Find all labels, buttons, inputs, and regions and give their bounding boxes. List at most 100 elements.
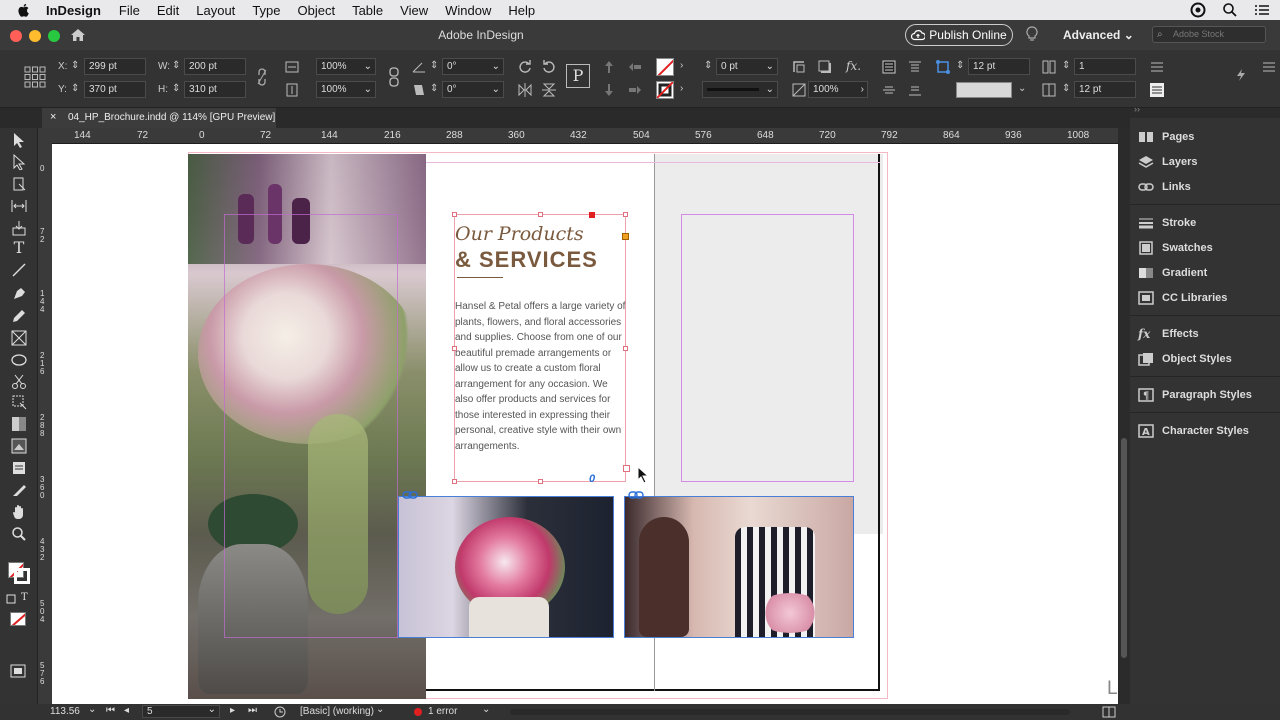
reference-point-icon[interactable] [24, 66, 46, 88]
pencil-tool-icon[interactable] [11, 308, 27, 324]
gap-tool-icon[interactable] [11, 198, 27, 214]
select-next-icon[interactable] [628, 83, 642, 97]
menu-list-icon[interactable] [1254, 2, 1270, 18]
line-tool-icon[interactable] [11, 262, 27, 278]
align-center-vertical-icon[interactable] [882, 83, 896, 97]
scissors-tool-icon[interactable] [11, 374, 27, 390]
page-number-field[interactable]: 5 ⌄ [142, 704, 220, 718]
stroke-panel-button[interactable]: Stroke [1138, 212, 1196, 234]
stroke-swatch[interactable] [656, 81, 674, 99]
menu-file[interactable]: File [119, 3, 140, 18]
effects-fx-icon[interactable]: fx. [846, 59, 861, 73]
effects-panel-button[interactable]: fx Effects [1138, 323, 1199, 345]
chevron-right-icon[interactable]: › [861, 84, 864, 95]
auto-size-icon[interactable] [936, 60, 950, 74]
resize-handle[interactable] [452, 212, 457, 217]
align-top-icon[interactable] [908, 60, 922, 74]
chevron-down-icon[interactable]: ⌄ [766, 61, 774, 72]
paragraph-styles-panel-button[interactable]: ¶ Paragraph Styles [1138, 384, 1252, 406]
stroke-menu-arrow-icon[interactable]: › [680, 83, 683, 94]
shear-field[interactable]: 0° ⌄ [442, 81, 504, 98]
vertical-scrollbar[interactable] [1118, 128, 1130, 704]
out-port-handle[interactable] [623, 465, 630, 472]
apple-icon[interactable] [16, 2, 32, 18]
height-field[interactable]: 310 pt [184, 81, 246, 98]
resize-handle[interactable] [538, 479, 543, 484]
app-menu[interactable]: InDesign [46, 3, 101, 18]
scrollbar-thumb[interactable] [1121, 438, 1127, 658]
menu-window[interactable]: Window [445, 3, 491, 18]
column-gutter-field[interactable]: 12 pt [1074, 81, 1136, 98]
menu-layout[interactable]: Layout [196, 3, 235, 18]
chevron-down-icon[interactable]: ⌄ [364, 61, 372, 72]
menu-help[interactable]: Help [508, 3, 535, 18]
text-wrap-swatch[interactable] [956, 82, 1012, 98]
vertical-ruler[interactable]: 0 72 144 216 288 360 432 504 576 [38, 144, 52, 704]
opacity-field[interactable]: 100% › [808, 81, 868, 98]
width-field[interactable]: 200 pt [184, 58, 246, 75]
resize-handle[interactable] [452, 346, 457, 351]
y-stepper-icon[interactable]: ⇕ [71, 83, 79, 94]
chevron-down-icon[interactable]: ⌄ [364, 84, 372, 95]
chevron-down-icon[interactable]: ⌄ [1018, 83, 1026, 94]
corner-options-icon[interactable] [792, 60, 806, 74]
align-bottom-icon[interactable] [908, 83, 922, 97]
error-count[interactable]: 1 error [428, 706, 457, 717]
cc-libraries-panel-button[interactable]: CC Libraries [1138, 287, 1227, 309]
selected-text-frame[interactable]: Our Products & SERVICES Hansel & Petal o… [452, 212, 630, 485]
selection-tool-icon[interactable] [11, 132, 27, 148]
type-tool-icon[interactable]: T [11, 240, 27, 256]
florist-photo[interactable] [624, 496, 854, 638]
bouquet-photo[interactable] [398, 496, 614, 638]
text-frame-options-list-icon[interactable] [1150, 60, 1164, 74]
menu-view[interactable]: View [400, 3, 428, 18]
spotlight-search-icon[interactable] [1222, 2, 1238, 18]
formatting-text-icon[interactable]: T [21, 592, 28, 603]
document-tab[interactable]: × 04_HP_Brochure.indd @ 114% [GPU Previe… [42, 108, 276, 128]
chevron-down-icon[interactable]: ⌄ [492, 61, 500, 72]
resize-handle[interactable] [623, 346, 628, 351]
gutter-width-field[interactable]: 12 pt [968, 58, 1030, 75]
zoom-level[interactable]: 113.56 [50, 706, 80, 717]
scale-x-field[interactable]: 100% ⌄ [316, 58, 376, 75]
pasteboard[interactable]: Our Products & SERVICES Hansel & Petal o… [52, 144, 1118, 704]
gradient-swatch-tool-icon[interactable] [11, 416, 27, 432]
link-scale-icon[interactable] [387, 66, 401, 88]
stroke-type-select[interactable]: ⌄ [702, 81, 778, 98]
open-page-icon[interactable] [274, 706, 286, 718]
formatting-container-icon[interactable] [6, 594, 16, 604]
split-window-icon[interactable] [1102, 706, 1116, 718]
object-styles-panel-button[interactable]: Object Styles [1138, 348, 1232, 370]
character-styles-panel-button[interactable]: A Character Styles [1138, 420, 1249, 442]
menu-edit[interactable]: Edit [157, 3, 179, 18]
stroke-weight-field[interactable]: 0 pt ⌄ [716, 58, 778, 75]
flip-vertical-icon[interactable] [542, 83, 556, 97]
text-frame-options-icon[interactable] [882, 60, 896, 74]
rotation-field[interactable]: 0° ⌄ [442, 58, 504, 75]
x-position-field[interactable]: 299 pt [84, 58, 146, 75]
lightbulb-icon[interactable] [1026, 26, 1038, 42]
links-panel-button[interactable]: Links [1138, 176, 1191, 198]
screen-mode-icon[interactable] [10, 664, 26, 678]
menu-type[interactable]: Type [252, 3, 280, 18]
select-previous-icon[interactable] [628, 60, 642, 74]
in-port-handle[interactable] [589, 212, 595, 218]
corner-options-handle[interactable] [622, 233, 629, 240]
h-stepper-icon[interactable]: ⇕ [172, 83, 180, 94]
next-page-icon[interactable]: ▸ [230, 705, 235, 716]
horizontal-ruler[interactable]: 144 72 0 72 144 216 288 360 432 504 576 … [38, 128, 1118, 144]
page-tool-icon[interactable] [11, 176, 27, 192]
publish-online-button[interactable]: Publish Online [905, 24, 1013, 46]
rotate-clockwise-icon[interactable] [518, 59, 532, 73]
collapse-panels-icon[interactable]: ›› [1134, 104, 1140, 114]
chevron-down-icon[interactable]: ⌄ [482, 704, 490, 715]
content-collector-tool-icon[interactable] [11, 220, 27, 236]
last-page-icon[interactable]: ⏭ [248, 705, 257, 716]
gradient-panel-button[interactable]: Gradient [1138, 262, 1207, 284]
link-badge-icon[interactable] [402, 490, 418, 500]
adobe-stock-search-input[interactable]: ⌕ Adobe Stock [1152, 26, 1266, 43]
gradient-feather-tool-icon[interactable] [11, 438, 27, 454]
fill-swatch[interactable] [656, 58, 674, 76]
first-page-icon[interactable]: ⏮ [106, 705, 115, 716]
menu-object[interactable]: Object [298, 3, 336, 18]
